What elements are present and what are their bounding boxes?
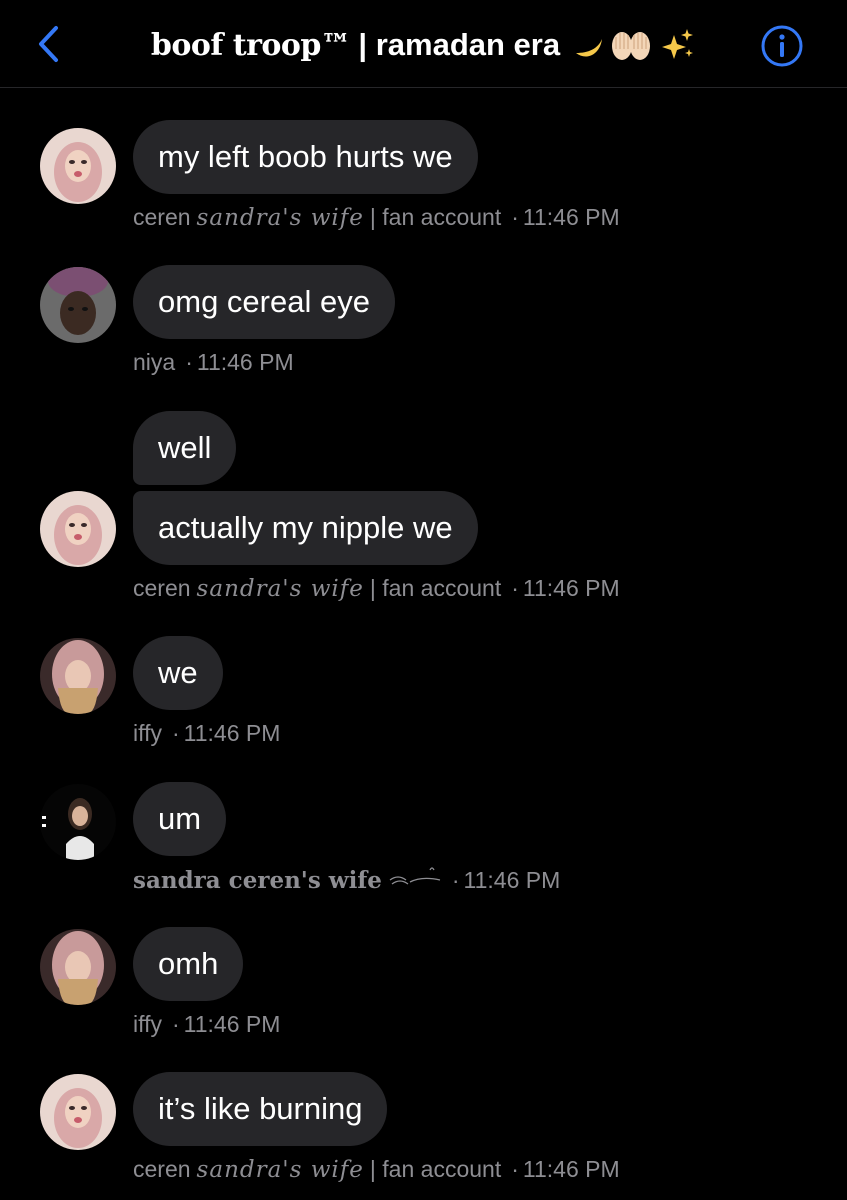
chat-header: boof troop™ | ramadan era <box>0 0 847 88</box>
message-bubble[interactable]: omh <box>133 927 244 1001</box>
decorative-swirl-icon <box>389 867 441 885</box>
message-bubble[interactable]: we <box>133 636 223 710</box>
message-group: um sandra ceren's wife · 11:46 PM <box>0 782 847 902</box>
avatar[interactable] <box>40 929 116 1005</box>
avatar-image <box>40 267 116 343</box>
message-bubble[interactable]: well <box>133 411 237 485</box>
avatar[interactable] <box>40 491 116 567</box>
message-bubble[interactable]: actually my nipple we <box>133 491 478 565</box>
chevron-left-icon <box>39 26 58 62</box>
message-meta: iffy · 11:46 PM <box>133 1011 281 1037</box>
avatar-image <box>40 491 116 567</box>
message-group: well actually my nipple we ceren sandra'… <box>0 411 847 611</box>
message-bubble[interactable]: omg cereal eye <box>133 265 395 339</box>
message-meta: iffy · 11:46 PM <box>133 720 281 746</box>
message-timestamp: 11:46 PM <box>522 575 620 601</box>
sender-name-suffix: | fan account <box>369 1156 502 1182</box>
message-timestamp: 11:46 PM <box>183 720 281 746</box>
sender-name-script: sandra's wife <box>196 1157 364 1183</box>
title-emojis <box>568 27 696 63</box>
avatar-image <box>40 638 116 714</box>
avatar-image <box>40 784 116 860</box>
sender-name: ceren <box>133 204 191 230</box>
avatar-image <box>40 929 116 1005</box>
message-timestamp: 11:46 PM <box>196 349 294 375</box>
sender-name-suffix: | fan account <box>369 204 502 230</box>
sender-name: niya <box>133 349 176 375</box>
raised-hands-icon <box>612 32 651 60</box>
message-group: my left boob hurts we ceren sandra's wif… <box>0 120 847 240</box>
back-button[interactable] <box>30 22 66 66</box>
sender-name: ceren <box>133 575 191 601</box>
message-bubble[interactable]: it’s like burning <box>133 1072 388 1146</box>
message-group: it’s like burning ceren sandra's wife | … <box>0 1072 847 1192</box>
message-meta: ceren sandra's wife | fan account · 11:4… <box>133 204 620 231</box>
avatar[interactable] <box>40 638 116 714</box>
message-timestamp: 11:46 PM <box>522 1156 620 1182</box>
avatar[interactable] <box>40 784 116 860</box>
chat-title-name: boof troop™ <box>150 27 351 63</box>
message-timestamp: 11:46 PM <box>522 204 620 230</box>
message-group: omg cereal eye niya · 11:46 PM <box>0 265 847 385</box>
avatar-image <box>40 1074 116 1150</box>
sender-name-suffix: | fan account <box>369 575 502 601</box>
crescent-moon-icon <box>576 39 603 57</box>
sender-name-script: sandra's wife <box>196 205 364 231</box>
info-icon <box>761 25 803 67</box>
message-bubble[interactable]: my left boob hurts we <box>133 120 478 194</box>
sender-name: sandra ceren's wife <box>133 867 382 894</box>
message-meta: ceren sandra's wife | fan account · 11:4… <box>133 1156 620 1183</box>
avatar[interactable] <box>40 267 116 343</box>
message-group: we iffy · 11:46 PM <box>0 636 847 756</box>
message-group: omh iffy · 11:46 PM <box>0 927 847 1047</box>
chat-title-suffix: | ramadan era <box>358 27 561 62</box>
avatar[interactable] <box>40 1074 116 1150</box>
sender-name: iffy <box>133 1011 162 1037</box>
message-meta: ceren sandra's wife | fan account · 11:4… <box>133 575 620 602</box>
sender-name: iffy <box>133 720 162 746</box>
sparkles-icon <box>662 29 694 59</box>
message-timestamp: 11:46 PM <box>463 867 561 893</box>
info-button[interactable] <box>760 24 804 68</box>
sender-name-script: sandra's wife <box>196 576 364 602</box>
avatar-image <box>40 128 116 204</box>
avatar[interactable] <box>40 128 116 204</box>
sender-name: ceren <box>133 1156 191 1182</box>
message-bubble[interactable]: um <box>133 782 227 856</box>
chat-title[interactable]: boof troop™ | ramadan era <box>110 20 737 70</box>
message-meta: sandra ceren's wife · 11:46 PM <box>133 867 561 894</box>
message-meta: niya · 11:46 PM <box>133 349 294 375</box>
message-timestamp: 11:46 PM <box>183 1011 281 1037</box>
